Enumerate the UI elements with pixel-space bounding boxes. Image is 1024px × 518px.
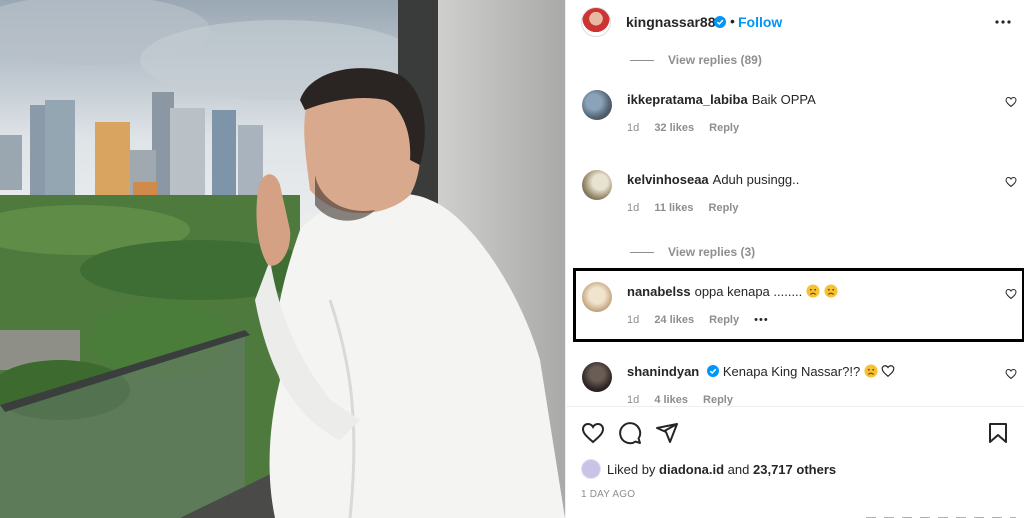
- view-replies-label: View replies (3): [668, 245, 756, 259]
- comment-likes[interactable]: 24 likes: [654, 314, 694, 326]
- comment-item: ikkepratama_labiba Baik OPPA 1d 32 likes …: [566, 90, 1024, 150]
- sad-face-emoji-icon: [806, 284, 820, 298]
- liker-username[interactable]: diadona.id: [659, 462, 724, 477]
- like-heart-icon[interactable]: [1005, 176, 1017, 188]
- comments-panel: kingnassar88 • Follow View replies (89) …: [565, 0, 1024, 518]
- reply-button[interactable]: Reply: [709, 202, 739, 214]
- commenter-avatar[interactable]: [582, 90, 612, 120]
- comment-text: nanabelss oppa kenapa ........: [627, 284, 838, 299]
- comment-meta: 1d 11 likes Reply: [627, 202, 751, 214]
- comment-more-button[interactable]: •••: [754, 314, 769, 326]
- reply-line: [630, 60, 654, 62]
- post-photo: [0, 0, 565, 518]
- comment-time: 1d: [627, 202, 640, 214]
- like-heart-icon[interactable]: [1005, 96, 1017, 108]
- comment-body: Aduh pusingg..: [712, 172, 800, 187]
- liked-and: and: [727, 462, 750, 477]
- view-replies-button[interactable]: View replies (3): [630, 245, 755, 259]
- like-heart-icon[interactable]: [581, 421, 605, 445]
- post-timestamp: 1 DAY AGO: [581, 489, 636, 500]
- comment-time: 1d: [627, 122, 640, 134]
- liked-by-summary: Liked by diadona.id and 23,717 others: [581, 459, 836, 479]
- commenter-avatar[interactable]: [582, 170, 612, 200]
- sad-face-emoji-icon: [823, 284, 838, 298]
- white-heart-emoji-icon: [882, 365, 895, 378]
- author-username[interactable]: kingnassar88: [626, 14, 716, 30]
- bookmark-icon[interactable]: [986, 421, 1010, 445]
- sad-face-emoji-icon: [864, 364, 878, 378]
- commenter-username[interactable]: kelvinhoseaa: [627, 172, 709, 187]
- reply-line: [630, 252, 654, 254]
- comments-list: View replies (89) ikkepratama_labiba Baik…: [566, 44, 1024, 406]
- view-replies-button[interactable]: View replies (89): [630, 53, 762, 67]
- comment-body: Baik OPPA: [751, 92, 816, 107]
- comment-item: shanindyan Kenapa King Nassar?!? 1d 4 li…: [566, 362, 1024, 406]
- liker-avatar[interactable]: [581, 459, 601, 479]
- likes-count[interactable]: 23,717 others: [753, 462, 836, 477]
- comment-text: kelvinhoseaa Aduh pusingg..: [627, 172, 799, 187]
- share-icon[interactable]: [655, 421, 679, 445]
- liked-prefix: Liked by: [607, 462, 656, 477]
- comment-item: nanabelss oppa kenapa ........ 1d 24 like…: [566, 282, 1024, 342]
- comment-body: Kenapa King Nassar?!?: [722, 364, 861, 379]
- comment-time: 1d: [627, 394, 640, 406]
- commenter-username[interactable]: ikkepratama_labiba: [627, 92, 748, 107]
- comment-text: shanindyan Kenapa King Nassar?!?: [627, 364, 895, 379]
- reply-button[interactable]: Reply: [709, 314, 739, 326]
- verified-badge-icon: [714, 16, 726, 28]
- comment-likes[interactable]: 32 likes: [654, 122, 694, 134]
- comment-icon[interactable]: [618, 421, 642, 445]
- like-heart-icon[interactable]: [1005, 288, 1017, 300]
- comment-meta: 1d 24 likes Reply •••: [627, 314, 781, 326]
- author-avatar[interactable]: [581, 7, 611, 37]
- commenter-username[interactable]: shanindyan: [627, 364, 699, 379]
- follow-button[interactable]: Follow: [738, 14, 782, 30]
- reply-button[interactable]: Reply: [709, 122, 739, 134]
- separator-dot: •: [730, 13, 735, 29]
- comment-meta: 1d 32 likes Reply: [627, 122, 751, 134]
- commenter-avatar[interactable]: [582, 362, 612, 392]
- commenter-avatar[interactable]: [582, 282, 612, 312]
- comment-likes[interactable]: 4 likes: [654, 394, 688, 406]
- post-actions: Liked by diadona.id and 23,717 others 1 …: [566, 406, 1024, 518]
- more-options-icon[interactable]: [993, 14, 1013, 30]
- commenter-username[interactable]: nanabelss: [627, 284, 691, 299]
- comment-item: kelvinhoseaa Aduh pusingg.. 1d 11 likes R…: [566, 170, 1024, 230]
- verified-badge-icon: [706, 365, 719, 377]
- reply-button[interactable]: Reply: [703, 394, 733, 406]
- comment-likes[interactable]: 11 likes: [654, 202, 693, 214]
- comment-text: ikkepratama_labiba Baik OPPA: [627, 92, 816, 107]
- comment-time: 1d: [627, 314, 640, 326]
- comment-body: oppa kenapa ........: [694, 284, 803, 299]
- like-heart-icon[interactable]: [1005, 368, 1017, 380]
- view-replies-label: View replies (89): [668, 53, 762, 67]
- comment-meta: 1d 4 likes Reply: [627, 394, 745, 406]
- post-header: kingnassar88 • Follow: [566, 0, 1024, 44]
